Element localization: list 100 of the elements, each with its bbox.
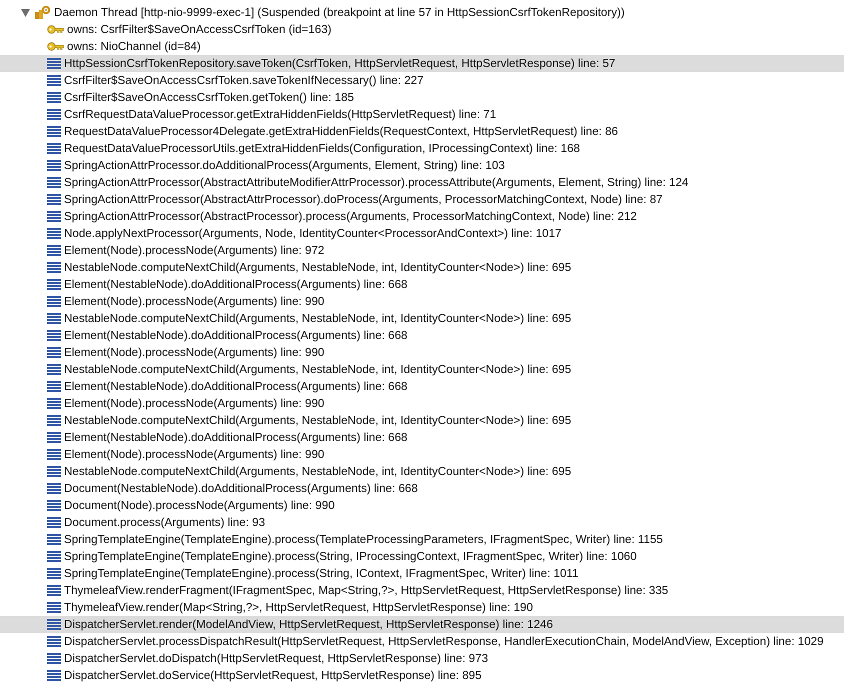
stack-frame-row[interactable]: SpringActionAttrProcessor.doAdditionalProcess(Arguments, Element, String) line: 103 (0, 157, 844, 174)
stack-frame-label: SpringActionAttrProcessor(AbstractAttrProcessor).doProcess(Arguments, ProcessorMatchingContext, Node) line: 87 (64, 193, 663, 206)
stack-frame-icon (47, 500, 61, 511)
stack-frame-label: CsrfFilter$SaveOnAccessCsrfToken.getToken() line: 185 (64, 91, 354, 104)
stack-frame-icon (47, 602, 61, 613)
monitor-label[interactable]: owns: NioChannel (id=84) (67, 40, 201, 53)
stack-frame-icon (47, 415, 61, 426)
stack-frame-label: SpringTemplateEngine(TemplateEngine).process(String, IProcessingContext, IFragmentSpec, Writer) line: 1060 (64, 550, 637, 563)
stack-frame-label: Element(NestableNode).doAdditionalProcess(Arguments) line: 668 (64, 278, 408, 291)
stack-frame-row[interactable]: ThymeleafView.renderFragment(IFragmentSpec, Map<String,?>, HttpServletRequest, HttpServletResponse) line: 335 (0, 582, 844, 599)
stack-frame-label: CsrfFilter$SaveOnAccessCsrfToken.saveTokenIfNecessary() line: 227 (64, 74, 424, 87)
stack-frame-label: NestableNode.computeNextChild(Arguments, NestableNode, int, IdentityCounter<Node>) line: 695 (64, 261, 572, 274)
stack-frame-row[interactable]: RequestDataValueProcessorUtils.getExtraHiddenFields(Configuration, IProcessingContext) line: 168 (0, 140, 844, 157)
stack-frame-row[interactable]: Element(Node).processNode(Arguments) line: 972 (0, 242, 844, 259)
stack-frame-icon (47, 534, 61, 545)
stack-frame-label: Document(Node).processNode(Arguments) line: 990 (64, 499, 335, 512)
stack-frame-row[interactable]: NestableNode.computeNextChild(Arguments, NestableNode, int, IdentityCounter<Node>) line: 695 (0, 310, 844, 327)
stack-frame-icon (47, 109, 61, 120)
stack-frame-icon (47, 381, 61, 392)
stack-frame-row[interactable]: CsrfRequestDataValueProcessor.getExtraHiddenFields(HttpServletRequest) line: 71 (0, 106, 844, 123)
stack-frame-label: Element(Node).processNode(Arguments) line: 990 (64, 448, 324, 461)
stack-frame-row[interactable]: Element(NestableNode).doAdditionalProcess(Arguments) line: 668 (0, 378, 844, 395)
stack-frame-icon (47, 449, 61, 460)
stack-frame-icon (47, 483, 61, 494)
stack-frame-icon (47, 279, 61, 290)
monitor-label[interactable]: owns: CsrfFilter$SaveOnAccessCsrfToken (id=163) (67, 23, 332, 36)
stack-frame-row[interactable]: Element(NestableNode).doAdditionalProcess(Arguments) line: 668 (0, 327, 844, 344)
stack-frame-row[interactable]: Element(Node).processNode(Arguments) line: 990 (0, 293, 844, 310)
stack-frame-label: Element(NestableNode).doAdditionalProcess(Arguments) line: 668 (64, 431, 408, 444)
thread-label[interactable]: Daemon Thread [http-nio-9999-exec-1] (Suspended (breakpoint at line 57 in HttpSessionCsrfTokenRepository)) (54, 6, 625, 19)
stack-frame-label: SpringActionAttrProcessor.doAdditionalProcess(Arguments, Element, String) line: 103 (64, 159, 505, 172)
stack-frame-icon (47, 619, 61, 630)
stack-frame-row[interactable]: Node.applyNextProcessor(Arguments, Node, IdentityCounter<ProcessorAndContext>) line: 1017 (0, 225, 844, 242)
stack-frame-row[interactable]: Element(NestableNode).doAdditionalProcess(Arguments) line: 668 (0, 429, 844, 446)
stack-frame-label: DispatcherServlet.doDispatch(HttpServletRequest, HttpServletResponse) line: 973 (64, 652, 488, 665)
stack-frame-row[interactable]: HttpSessionCsrfTokenRepository.saveToken(CsrfToken, HttpServletRequest, HttpServletResponse) line: 57 (0, 55, 844, 72)
stack-frame-label: CsrfRequestDataValueProcessor.getExtraHiddenFields(HttpServletRequest) line: 71 (64, 108, 496, 121)
stack-frame-icon (47, 75, 61, 86)
stack-frame-row[interactable]: CsrfFilter$SaveOnAccessCsrfToken.saveTokenIfNecessary() line: 227 (0, 72, 844, 89)
stack-frame-icon (47, 228, 61, 239)
stack-frame-label: Element(NestableNode).doAdditionalProcess(Arguments) line: 668 (64, 380, 408, 393)
stack-frame-label: DispatcherServlet.processDispatchResult(HttpServletRequest, HttpServletResponse, HandlerExecutionChain, ModelAndView, Exception) line: 1029 (64, 635, 824, 648)
stack-frame-icon (47, 262, 61, 273)
stack-frame-row[interactable]: SpringActionAttrProcessor(AbstractAttributeModifierAttrProcessor).processAttribute(Arguments, Element, String) line: 124 (0, 174, 844, 191)
stack-frame-icon (47, 194, 61, 205)
stack-frame-icon (47, 517, 61, 528)
stack-frame-label: DispatcherServlet.doService(HttpServletRequest, HttpServletResponse) line: 895 (64, 669, 482, 682)
stack-frame-label: ThymeleafView.renderFragment(IFragmentSpec, Map<String,?>, HttpServletRequest, HttpServletResponse) line: 335 (64, 584, 668, 597)
stack-frame-icon (47, 653, 61, 664)
stack-frame-icon (47, 432, 61, 443)
stack-frame-label: SpringActionAttrProcessor(AbstractProcessor).process(Arguments, ProcessorMatchingContext, Node) line: 212 (64, 210, 637, 223)
stack-frame-label: Document.process(Arguments) line: 93 (64, 516, 266, 529)
stack-frame-label: DispatcherServlet.render(ModelAndView, HttpServletRequest, HttpServletResponse) line: 1246 (64, 618, 553, 631)
stack-frame-row[interactable]: Document(Node).processNode(Arguments) line: 990 (0, 497, 844, 514)
stack-frame-label: Element(Node).processNode(Arguments) line: 990 (64, 295, 324, 308)
stack-frame-row[interactable]: NestableNode.computeNextChild(Arguments, NestableNode, int, IdentityCounter<Node>) line: 695 (0, 463, 844, 480)
stack-frame-row[interactable]: SpringTemplateEngine(TemplateEngine).process(TemplateProcessingParameters, IFragmentSpec, Writer) line: 1155 (0, 531, 844, 548)
stack-frame-row[interactable]: Element(Node).processNode(Arguments) line: 990 (0, 344, 844, 361)
stack-frame-icon (47, 364, 61, 375)
stack-frame-icon (47, 636, 61, 647)
stack-frame-icon (47, 551, 61, 562)
stack-frame-row[interactable]: SpringTemplateEngine(TemplateEngine).process(String, IProcessingContext, IFragmentSpec, Writer) line: 1060 (0, 548, 844, 565)
stack-frame-row[interactable]: NestableNode.computeNextChild(Arguments, NestableNode, int, IdentityCounter<Node>) line: 695 (0, 259, 844, 276)
key-icon (47, 25, 64, 34)
stack-frame-row[interactable]: Document.process(Arguments) line: 93 (0, 514, 844, 531)
stack-frame-icon (47, 585, 61, 596)
stack-frame-label: Element(Node).processNode(Arguments) line: 972 (64, 244, 324, 257)
stack-frame-label: NestableNode.computeNextChild(Arguments, NestableNode, int, IdentityCounter<Node>) line: 695 (64, 312, 572, 325)
stack-frame-label: Node.applyNextProcessor(Arguments, Node, IdentityCounter<ProcessorAndContext>) line: 1017 (64, 227, 562, 240)
stack-frame-label: NestableNode.computeNextChild(Arguments, NestableNode, int, IdentityCounter<Node>) line: 695 (64, 414, 572, 427)
stack-frame-label: NestableNode.computeNextChild(Arguments, NestableNode, int, IdentityCounter<Node>) line: 695 (64, 465, 572, 478)
stack-frame-label: Element(Node).processNode(Arguments) line: 990 (64, 397, 324, 410)
key-icon (47, 42, 64, 51)
stack-frame-icon (47, 143, 61, 154)
stack-frame-row[interactable]: RequestDataValueProcessor4Delegate.getExtraHiddenFields(RequestContext, HttpServletRequest) line: 86 (0, 123, 844, 140)
stack-frame-row[interactable]: SpringActionAttrProcessor(AbstractProcessor).process(Arguments, ProcessorMatchingContext, Node) line: 212 (0, 208, 844, 225)
stack-frame-row[interactable]: SpringTemplateEngine(TemplateEngine).process(String, IContext, IFragmentSpec, Writer) line: 1011 (0, 565, 844, 582)
stack-frame-icon (47, 568, 61, 579)
stack-frame-row[interactable]: DispatcherServlet.doDispatch(HttpServletRequest, HttpServletResponse) line: 973 (0, 650, 844, 667)
stack-frame-row[interactable]: Element(Node).processNode(Arguments) line: 990 (0, 446, 844, 463)
stack-frame-row[interactable]: NestableNode.computeNextChild(Arguments, NestableNode, int, IdentityCounter<Node>) line: 695 (0, 412, 844, 429)
expand-toggle[interactable] (21, 8, 30, 16)
stack-frame-row[interactable]: DispatcherServlet.render(ModelAndView, HttpServletRequest, HttpServletResponse) line: 1246 (0, 616, 844, 633)
stack-frame-label: HttpSessionCsrfTokenRepository.saveToken(CsrfToken, HttpServletRequest, HttpServletResponse) line: 57 (64, 57, 616, 70)
stack-frame-label: SpringTemplateEngine(TemplateEngine).process(TemplateProcessingParameters, IFragmentSpec, Writer) line: 1155 (64, 533, 663, 546)
stack-frame-icon (47, 398, 61, 409)
stack-frame-label: SpringTemplateEngine(TemplateEngine).process(String, IContext, IFragmentSpec, Writer) line: 1011 (64, 567, 578, 580)
stack-frame-row[interactable]: ThymeleafView.render(Map<String,?>, HttpServletRequest, HttpServletResponse) line: 190 (0, 599, 844, 616)
stack-frame-row[interactable]: CsrfFilter$SaveOnAccessCsrfToken.getToken() line: 185 (0, 89, 844, 106)
stack-frame-row[interactable]: SpringActionAttrProcessor(AbstractAttrProcessor).doProcess(Arguments, ProcessorMatchingContext, Node) line: 87 (0, 191, 844, 208)
stack-frame-icon (47, 245, 61, 256)
stack-frame-label: ThymeleafView.render(Map<String,?>, HttpServletRequest, HttpServletResponse) line: 190 (64, 601, 533, 614)
stack-frame-row[interactable]: Document(NestableNode).doAdditionalProcess(Arguments) line: 668 (0, 480, 844, 497)
stack-frame-label: Document(NestableNode).doAdditionalProcess(Arguments) line: 668 (64, 482, 418, 495)
stack-frame-row[interactable]: NestableNode.computeNextChild(Arguments, NestableNode, int, IdentityCounter<Node>) line: 695 (0, 361, 844, 378)
stack-frame-icon (47, 126, 61, 137)
stack-frame-row[interactable]: Element(NestableNode).doAdditionalProcess(Arguments) line: 668 (0, 276, 844, 293)
stack-frame-row[interactable]: DispatcherServlet.doService(HttpServletRequest, HttpServletResponse) line: 895 (0, 667, 844, 684)
stack-frame-row[interactable]: DispatcherServlet.processDispatchResult(HttpServletRequest, HttpServletResponse, HandlerExecutionChain, ModelAndView, Exception) line: 1029 (0, 633, 844, 650)
stack-frame-row[interactable]: Element(Node).processNode(Arguments) line: 990 (0, 395, 844, 412)
